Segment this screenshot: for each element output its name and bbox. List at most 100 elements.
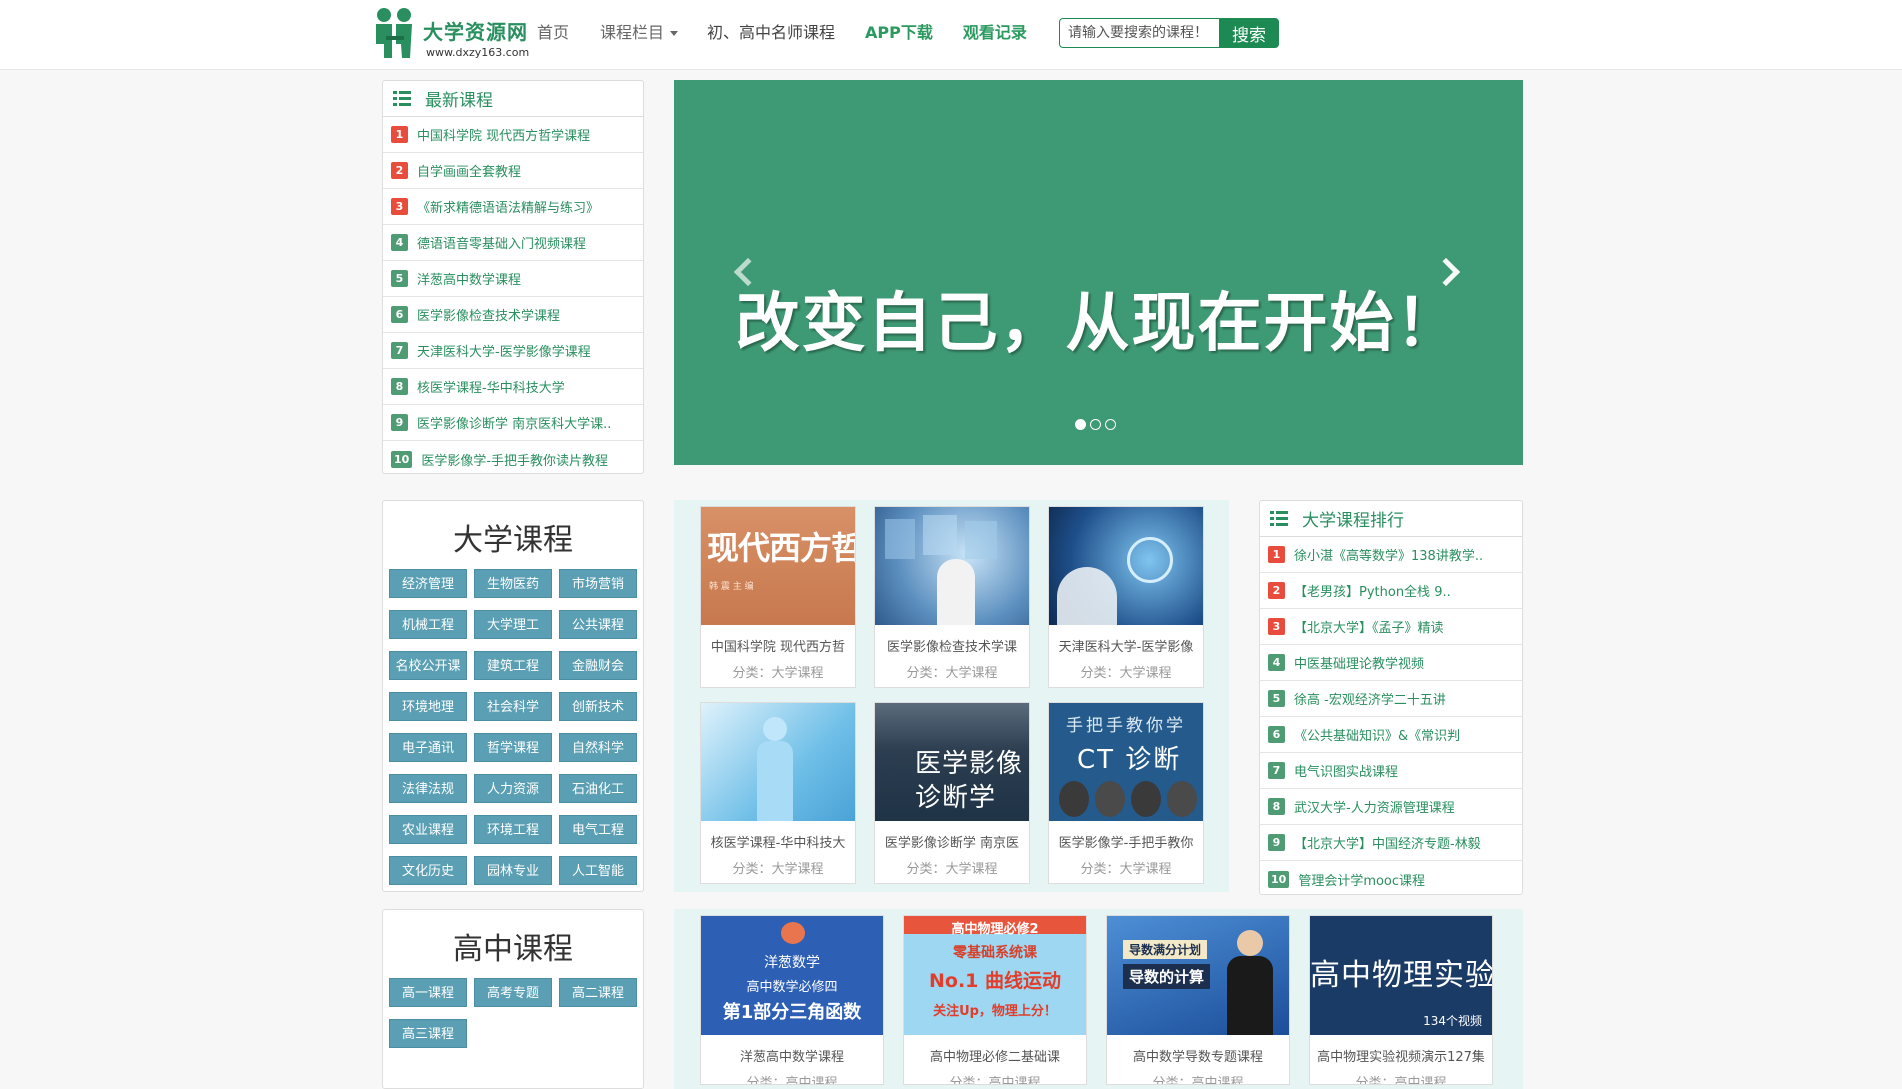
course-card[interactable]: 手把手教你学 CT 诊断 医学影像学-手把手教你 分类：大学课程 xyxy=(1048,702,1204,884)
category-tag[interactable]: 大学理工 xyxy=(474,610,552,639)
category-tag[interactable]: 农业课程 xyxy=(389,815,467,844)
course-thumbnail: 导数满分计划 导数的计算 xyxy=(1107,916,1289,1035)
latest-course-item[interactable]: 1 中国科学院 现代西方哲学课程 xyxy=(383,117,643,153)
ranking-item[interactable]: 2 【老男孩】Python全栈 9.. xyxy=(1260,573,1522,609)
category-tag[interactable]: 公共课程 xyxy=(559,610,637,639)
rank-badge: 5 xyxy=(1268,690,1285,707)
course-category: 分类：高中课程 xyxy=(1355,1076,1447,1085)
course-title: 天津医科大学-医学影像 xyxy=(1058,640,1194,655)
category-tag[interactable]: 建筑工程 xyxy=(474,651,552,680)
ranking-item[interactable]: 7 电气识图实战课程 xyxy=(1260,753,1522,789)
latest-course-item[interactable]: 5 洋葱高中数学课程 xyxy=(383,261,643,297)
course-card[interactable]: 医学影像诊断学 医学影像诊断学 南京医 分类：大学课程 xyxy=(874,702,1030,884)
ranking-item[interactable]: 6 《公共基础知识》&《常识判 xyxy=(1260,717,1522,753)
category-tag[interactable]: 经济管理 xyxy=(389,569,467,598)
category-tag[interactable]: 石油化工 xyxy=(559,774,637,803)
rank-badge: 4 xyxy=(1268,654,1285,671)
banner-dot-3[interactable] xyxy=(1105,419,1116,430)
category-tag[interactable]: 哲学课程 xyxy=(474,733,552,762)
category-tag[interactable]: 创新技术 xyxy=(559,692,637,721)
thumbnail-line-1: 高中物理必修2 xyxy=(951,922,1039,937)
nav-app-download[interactable]: APP下载 xyxy=(865,22,933,44)
latest-course-item[interactable]: 9 医学影像诊断学 南京医科大学课.. xyxy=(383,405,643,441)
category-tag[interactable]: 社会科学 xyxy=(474,692,552,721)
ranking-item[interactable]: 9 【北京大学】中国经济专题-林毅 xyxy=(1260,825,1522,861)
university-categories-title: 大学课程 xyxy=(453,523,573,558)
latest-course-item[interactable]: 4 德语语音零基础入门视频课程 xyxy=(383,225,643,261)
banner-dot-1[interactable] xyxy=(1075,419,1086,430)
latest-course-item[interactable]: 6 医学影像检查技术学课程 xyxy=(383,297,643,333)
category-tag[interactable]: 自然科学 xyxy=(559,733,637,762)
thumbnail-line-3: 第1部分三角函数 xyxy=(722,1002,862,1023)
category-tag[interactable]: 市场营销 xyxy=(559,569,637,598)
category-tag[interactable]: 文化历史 xyxy=(389,856,467,885)
search-input[interactable] xyxy=(1059,18,1219,48)
category-tag[interactable]: 人工智能 xyxy=(559,856,637,885)
course-card[interactable]: 高中物理实验 134个视频 高中物理实验视频演示127集 分类：高中课程 xyxy=(1309,915,1493,1085)
course-thumbnail xyxy=(701,703,855,821)
category-tag[interactable]: 高一课程 xyxy=(389,978,467,1007)
list-icon xyxy=(1270,511,1288,526)
site-logo[interactable]: 大学资源网 www.dxzy163.com xyxy=(370,6,530,64)
course-title: 高中物理实验视频演示127集 xyxy=(1317,1050,1485,1065)
latest-course-item[interactable]: 3 《新求精德语语法精解与练习》 xyxy=(383,189,643,225)
rank-badge: 6 xyxy=(1268,726,1285,743)
latest-course-item[interactable]: 2 自学画画全套教程 xyxy=(383,153,643,189)
category-tag[interactable]: 高二课程 xyxy=(559,978,637,1007)
course-card[interactable]: 现代西方哲学 韩 震 主 编 中国科学院 现代西方哲 分类：大学课程 xyxy=(700,506,856,688)
nav-watch-history[interactable]: 观看记录 xyxy=(963,22,1027,44)
category-tag[interactable]: 金融财会 xyxy=(559,651,637,680)
course-card[interactable]: 洋葱数学 高中数学必修四 第1部分三角函数 洋葱高中数学课程 分类：高中课程 xyxy=(700,915,884,1085)
category-tag[interactable]: 电子通讯 xyxy=(389,733,467,762)
top-navbar: 大学资源网 www.dxzy163.com 首页 课程栏目 初、高中名师课程 A… xyxy=(0,0,1902,70)
latest-courses-panel: 最新课程 1 中国科学院 现代西方哲学课程 2 自学画画全套教程 3 《新求精德语语法精解… xyxy=(382,80,644,474)
thumbnail-line-2: 导数的计算 xyxy=(1123,964,1211,989)
ranking-item[interactable]: 3 【北京大学】《孟子》精读 xyxy=(1260,609,1522,645)
course-card[interactable]: 高中物理必修2 零基础系统课 No.1 曲线运动 关注Up，物理上分！ 高中物理… xyxy=(903,915,1087,1085)
category-tag[interactable]: 名校公开课 xyxy=(389,651,467,680)
hero-banner[interactable]: 改变自己，从现在开始！ xyxy=(674,80,1523,465)
category-tag[interactable]: 电气工程 xyxy=(559,815,637,844)
course-card[interactable]: 核医学课程-华中科技大 分类：大学课程 xyxy=(700,702,856,884)
thumbnail-text-2: CT 诊断 xyxy=(1077,745,1182,775)
course-thumbnail: 高中物理实验 134个视频 xyxy=(1310,916,1492,1035)
ranking-item[interactable]: 4 中医基础理论教学视频 xyxy=(1260,645,1522,681)
nav-home[interactable]: 首页 xyxy=(537,22,569,44)
ranking-item[interactable]: 5 徐高 -宏观经济学二十五讲 xyxy=(1260,681,1522,717)
category-tag[interactable]: 园林专业 xyxy=(474,856,552,885)
category-tag[interactable]: 环境地理 xyxy=(389,692,467,721)
latest-course-item[interactable]: 10 医学影像学-手把手教你读片教程 xyxy=(383,441,643,477)
ranking-item[interactable]: 10 管理会计学mooc课程 xyxy=(1260,861,1522,897)
logo-title: 大学资源网 xyxy=(423,20,528,44)
category-tag[interactable]: 高考专题 xyxy=(474,978,552,1007)
category-tag[interactable]: 环境工程 xyxy=(474,815,552,844)
course-category: 分类：大学课程 xyxy=(1080,666,1172,681)
course-card[interactable]: 导数满分计划 导数的计算 高中数学导数专题课程 分类：高中课程 xyxy=(1106,915,1290,1085)
ranking-title: 大学课程排行 xyxy=(1302,511,1404,531)
ranking-item[interactable]: 1 徐小湛《高等数学》138讲教学.. xyxy=(1260,537,1522,573)
onion-icon xyxy=(781,922,805,944)
search-button[interactable]: 搜索 xyxy=(1219,18,1279,48)
course-card[interactable]: 天津医科大学-医学影像 分类：大学课程 xyxy=(1048,506,1204,688)
course-card[interactable]: 医学影像检查技术学课 分类：大学课程 xyxy=(874,506,1030,688)
course-title: 核医学课程-华中科技大 xyxy=(710,836,846,851)
category-tag[interactable]: 法律法规 xyxy=(389,774,467,803)
thumbnail-line-3: No.1 曲线运动 xyxy=(928,970,1061,992)
course-category: 分类：高中课程 xyxy=(1152,1076,1244,1085)
course-category: 分类：大学课程 xyxy=(906,862,998,877)
ranking-item-label: 管理会计学mooc课程 xyxy=(1298,873,1426,889)
ranking-item-label: 【老男孩】Python全栈 9.. xyxy=(1294,585,1451,600)
course-title: 洋葱高中数学课程 xyxy=(739,1050,844,1065)
category-tag[interactable]: 人力资源 xyxy=(474,774,552,803)
category-tag[interactable]: 机械工程 xyxy=(389,610,467,639)
banner-dot-2[interactable] xyxy=(1090,419,1101,430)
latest-course-item[interactable]: 7 天津医科大学-医学影像学课程 xyxy=(383,333,643,369)
category-tag[interactable]: 生物医药 xyxy=(474,569,552,598)
nav-teacher-courses[interactable]: 初、高中名师课程 xyxy=(707,22,835,44)
latest-course-item[interactable]: 8 核医学课程-华中科技大学 xyxy=(383,369,643,405)
latest-course-item-label: 医学影像诊断学 南京医科大学课.. xyxy=(417,417,612,432)
nav-course-menu[interactable]: 课程栏目 xyxy=(600,22,679,44)
category-tag[interactable]: 高三课程 xyxy=(389,1019,467,1048)
ranking-item[interactable]: 8 武汉大学-人力资源管理课程 xyxy=(1260,789,1522,825)
logo-figure-icon xyxy=(376,8,412,58)
